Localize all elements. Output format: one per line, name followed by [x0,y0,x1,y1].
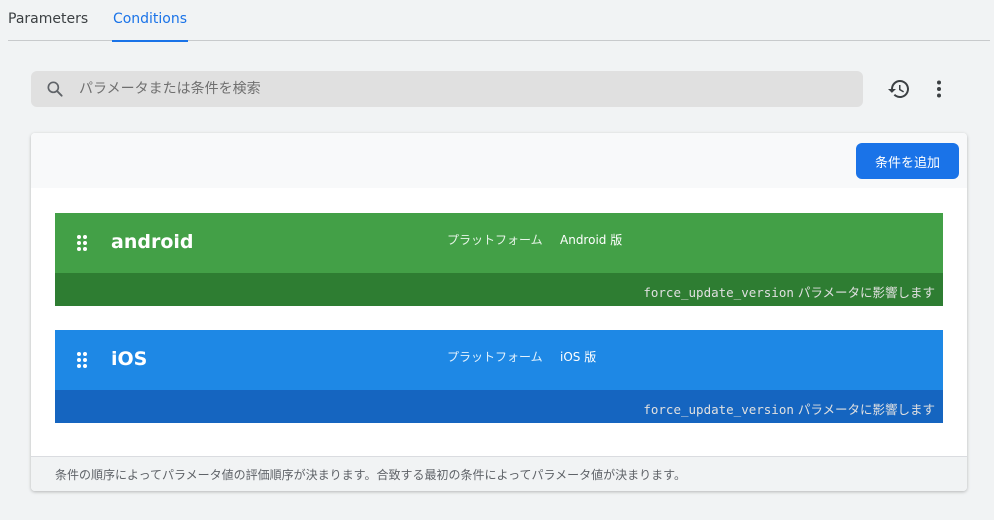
parameter-name: force_update_version [643,402,794,417]
search-icon [47,81,63,97]
parameter-name: force_update_version [643,285,794,300]
tab-bar: Parameters Conditions [8,0,990,42]
condition-rule-label: プラットフォーム [447,350,543,364]
condition-name: android [111,231,194,253]
card-header: 条件を追加 [31,133,967,188]
search-input[interactable] [79,71,849,107]
more-vert-icon[interactable] [927,77,951,101]
condition-ios[interactable]: iOS プラットフォーム iOS 版 force_update_version … [55,330,943,423]
condition-footer: force_update_version パラメータに影響します [55,390,943,423]
condition-header[interactable]: iOS プラットフォーム iOS 版 [55,330,943,390]
condition-rule-value: iOS 版 [560,350,597,364]
search-bar[interactable] [31,71,863,107]
drag-handle-icon[interactable] [77,235,89,253]
condition-footer: force_update_version パラメータに影響します [55,273,943,306]
condition-android[interactable]: android プラットフォーム Android 版 force_update_… [55,213,943,306]
history-icon[interactable] [887,77,911,101]
tab-conditions-label: Conditions [112,11,188,27]
condition-name: iOS [111,348,148,370]
card-footer: 条件の順序によってパラメータ値の評価順序が決まります。合致する最初の条件によって… [31,456,967,491]
affected-parameters: force_update_version パラメータに影響します [643,282,935,301]
affects-label: パラメータに影響します [797,402,935,417]
affected-parameters: force_update_version パラメータに影響します [643,399,935,418]
condition-rule-label: プラットフォーム [447,233,543,247]
active-tab-indicator [112,40,188,42]
drag-handle-icon[interactable] [77,352,89,370]
tab-parameters[interactable]: Parameters [8,0,88,41]
conditions-card: 条件を追加 android プラットフォーム Android 版 force_u… [31,133,967,491]
condition-rule-value: Android 版 [560,233,623,247]
condition-header[interactable]: android プラットフォーム Android 版 [55,213,943,273]
affects-label: パラメータに影響します [797,285,935,300]
add-condition-button[interactable]: 条件を追加 [856,143,959,179]
footer-note: 条件の順序によってパラメータ値の評価順序が決まります。合致する最初の条件によって… [55,468,686,482]
tab-conditions[interactable]: Conditions [112,0,188,42]
